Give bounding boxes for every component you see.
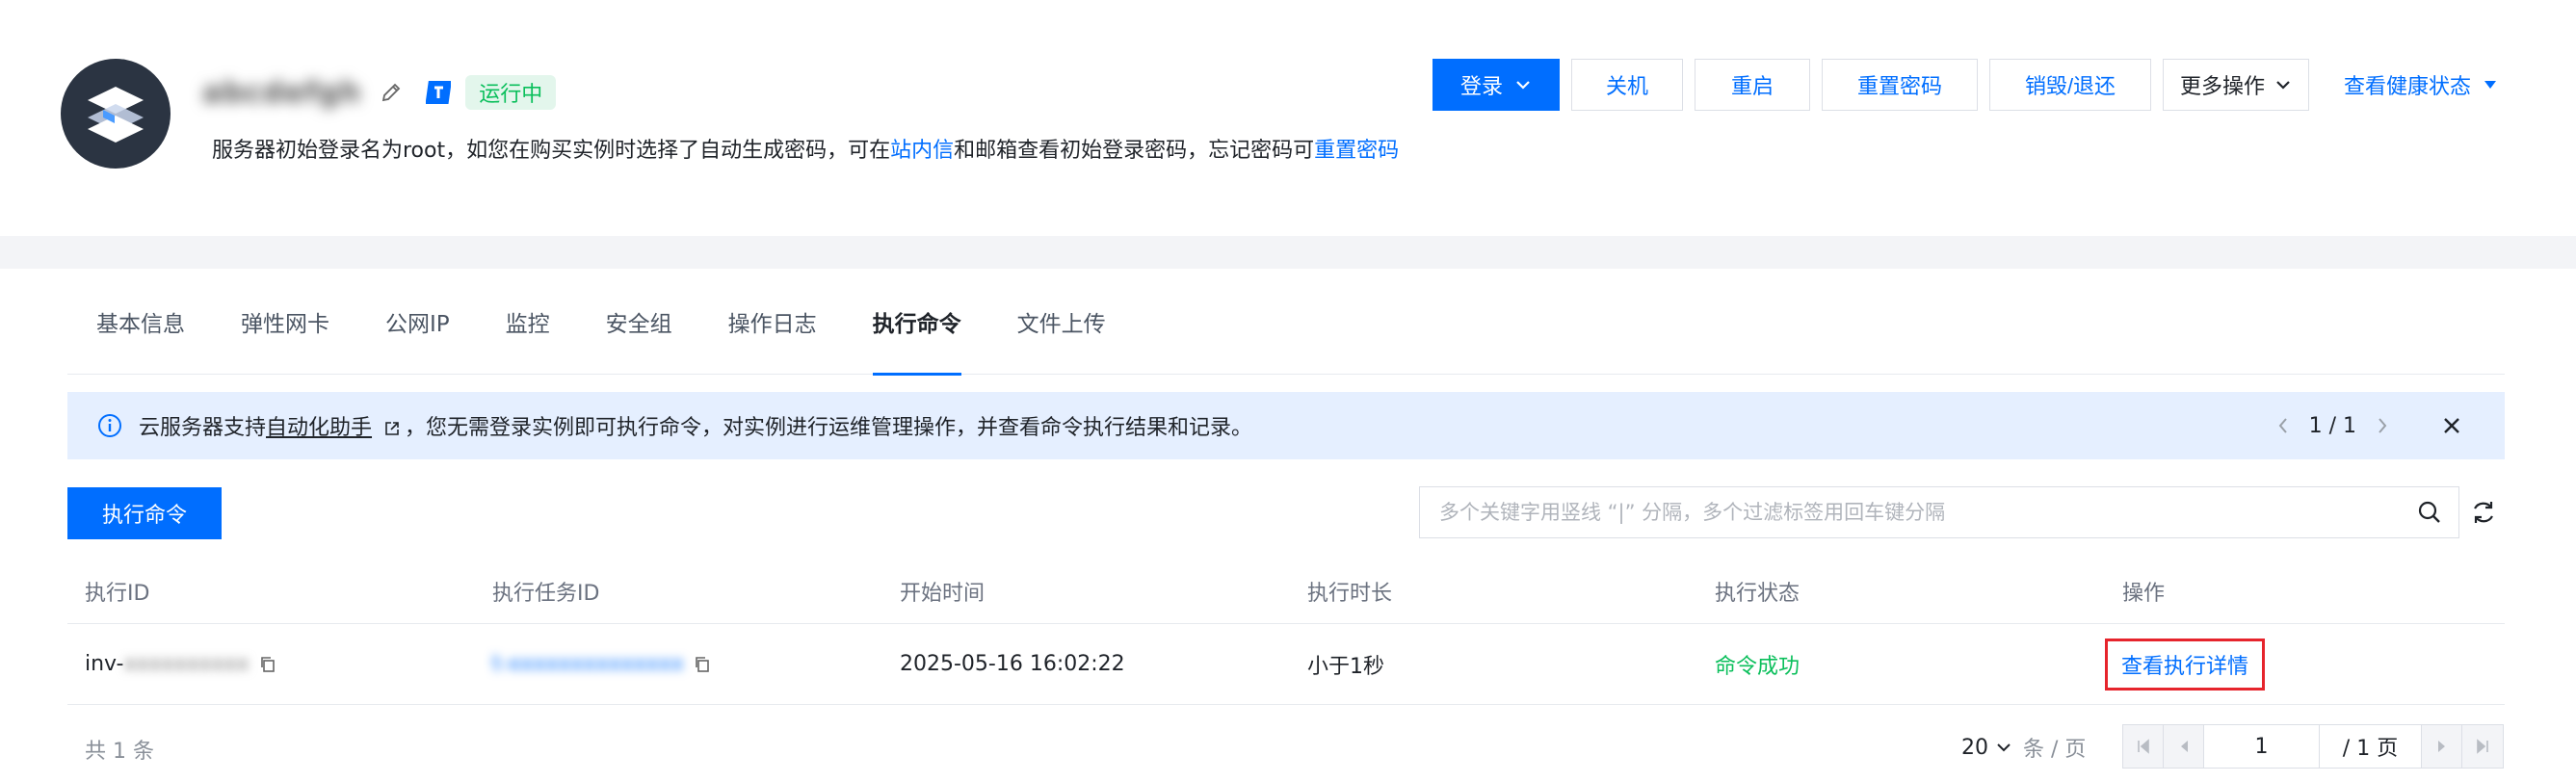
detail-tabs: 基本信息 弹性网卡 公网IP 监控 安全组 操作日志 执行命令 文件上传 — [67, 269, 2505, 376]
chevron-down-icon — [2276, 81, 2290, 90]
tab-basic-info[interactable]: 基本信息 — [96, 269, 185, 375]
total-count: 共 1 条 — [85, 740, 154, 764]
caret-down-icon — [2484, 81, 2497, 89]
section-divider-band — [0, 236, 2576, 269]
pagination: / 1 页 — [2122, 724, 2504, 769]
start-time-cell: 2025-05-16 16:02:22 — [900, 652, 1125, 676]
instance-title-row: abcdefgh 运行中 — [202, 71, 557, 114]
prev-page-icon[interactable] — [2164, 725, 2204, 768]
refresh-icon[interactable] — [2464, 493, 2503, 532]
page-size-select[interactable]: 20 条 / 页 — [1961, 732, 2086, 763]
next-page-icon[interactable] — [2422, 725, 2462, 768]
table-row: inv-xxxxxxxxxx t-xxxxxxxxxxxxxx 2025-05-… — [67, 624, 2505, 705]
health-status-label: 查看健康状态 — [2344, 75, 2472, 99]
exec-id-cell: inv-xxxxxxxxxx — [67, 652, 475, 676]
banner-text: 云服务器支持自动化助手 ，您无需登录实例即可执行命令，对实例进行运维管理操作，并查… — [139, 410, 1252, 441]
banner-page-indicator: 1 / 1 — [2308, 413, 2356, 438]
column-header-start-time: 开始时间 — [900, 581, 986, 606]
duration-cell: 小于1秒 — [1307, 654, 1384, 679]
status-badge: 运行中 — [465, 75, 557, 110]
notice-text-2: 和邮箱查看初始登录密码，忘记密码可 — [954, 139, 1315, 163]
tab-elastic-nic[interactable]: 弹性网卡 — [241, 269, 329, 375]
copy-icon[interactable] — [692, 654, 713, 675]
total-pages: / 1 页 — [2320, 725, 2422, 768]
task-id-cell: t-xxxxxxxxxxxxxx — [475, 652, 882, 676]
action-cell: 查看执行详情 — [2105, 638, 2505, 691]
tab-operation-log[interactable]: 操作日志 — [728, 269, 817, 375]
chevron-down-icon — [1516, 81, 1530, 90]
login-notice: 服务器初始登录名为root，如您在购买实例时选择了自动生成密码，可在站内信和邮箱… — [212, 133, 1399, 164]
status-cell: 命令成功 — [1715, 654, 1801, 679]
server-stack-icon — [88, 87, 144, 143]
reset-password-link[interactable]: 重置密码 — [1314, 139, 1399, 163]
column-header-status: 执行状态 — [1715, 581, 1801, 606]
chevron-down-icon — [1997, 743, 2011, 752]
column-header-task-id: 执行任务ID — [492, 581, 600, 606]
chevron-right-icon[interactable] — [2368, 411, 2397, 440]
banner-prefix: 云服务器支持 — [139, 416, 267, 440]
reset-password-button[interactable]: 重置密码 — [1822, 59, 1978, 111]
edit-name-icon[interactable] — [379, 80, 404, 105]
shutdown-button[interactable]: 关机 — [1571, 59, 1683, 111]
tab-file-upload[interactable]: 文件上传 — [1017, 269, 1106, 375]
column-header-duration: 执行时长 — [1307, 581, 1393, 606]
banner-suffix: ，您无需登录实例即可执行命令，对实例进行运维管理操作，并查看命令执行结果和记录。 — [405, 416, 1253, 440]
tab-public-ip[interactable]: 公网IP — [385, 269, 450, 375]
close-icon[interactable] — [2437, 411, 2466, 440]
page-size-value: 20 — [1961, 735, 1988, 760]
search-input[interactable] — [1420, 487, 2401, 537]
view-execution-detail-link[interactable]: 查看执行详情 — [2105, 638, 2266, 691]
restart-button[interactable]: 重启 — [1695, 59, 1810, 111]
instance-actions: 登录 关机 重启 重置密码 销毁/退还 更多操作 查看健康状态 — [1433, 59, 2498, 111]
page-number-input[interactable] — [2204, 725, 2320, 768]
external-link-icon — [385, 422, 399, 435]
instance-avatar — [61, 59, 171, 169]
chevron-left-icon[interactable] — [2269, 411, 2298, 440]
instance-name: abcdefgh — [202, 75, 362, 110]
login-button[interactable]: 登录 — [1433, 59, 1560, 111]
station-message-link[interactable]: 站内信 — [890, 139, 954, 163]
run-command-button[interactable]: 执行命令 — [67, 487, 222, 539]
last-page-icon[interactable] — [2462, 725, 2503, 768]
tab-monitoring[interactable]: 监控 — [506, 269, 550, 375]
first-page-icon[interactable] — [2123, 725, 2164, 768]
column-header-action: 操作 — [2122, 581, 2166, 606]
more-actions-label: 更多操作 — [2179, 74, 2265, 98]
info-icon — [98, 414, 121, 437]
notice-text-1: 服务器初始登录名为root，如您在购买实例时选择了自动生成密码，可在 — [212, 139, 891, 163]
page-size-unit: 条 / 页 — [2023, 738, 2087, 762]
column-header-exec-id: 执行ID — [85, 581, 150, 606]
health-status-dropdown[interactable]: 查看健康状态 — [2344, 59, 2498, 111]
more-actions-button[interactable]: 更多操作 — [2163, 59, 2309, 111]
exec-id-value: xxxxxxxxxx — [123, 652, 250, 676]
tab-security-group[interactable]: 安全组 — [606, 269, 672, 375]
automation-assistant-link[interactable]: 自动化助手 — [266, 416, 372, 440]
automation-info-banner: 云服务器支持自动化助手 ，您无需登录实例即可执行命令，对实例进行运维管理操作，并查… — [67, 392, 2505, 459]
t-brand-badge-icon — [425, 79, 452, 106]
search-box — [1419, 486, 2459, 538]
destroy-button[interactable]: 销毁/退还 — [1989, 59, 2151, 111]
tab-run-command[interactable]: 执行命令 — [872, 269, 961, 376]
task-id-link[interactable]: t-xxxxxxxxxxxxxx — [492, 652, 684, 676]
instance-header: abcdefgh 运行中 服务器初始登录名为root，如您在购买实例时选择了自动… — [0, 0, 2576, 236]
copy-icon[interactable] — [257, 654, 278, 675]
exec-id-prefix: inv- — [85, 652, 124, 676]
banner-pager: 1 / 1 — [2269, 392, 2397, 459]
login-label: 登录 — [1459, 74, 1503, 98]
search-icon[interactable] — [2401, 487, 2458, 537]
table-header: 执行ID 执行任务ID 开始时间 执行时长 执行状态 操作 — [67, 559, 2505, 624]
command-table: 执行ID 执行任务ID 开始时间 执行时长 执行状态 操作 inv-xxxxxx… — [67, 559, 2505, 705]
